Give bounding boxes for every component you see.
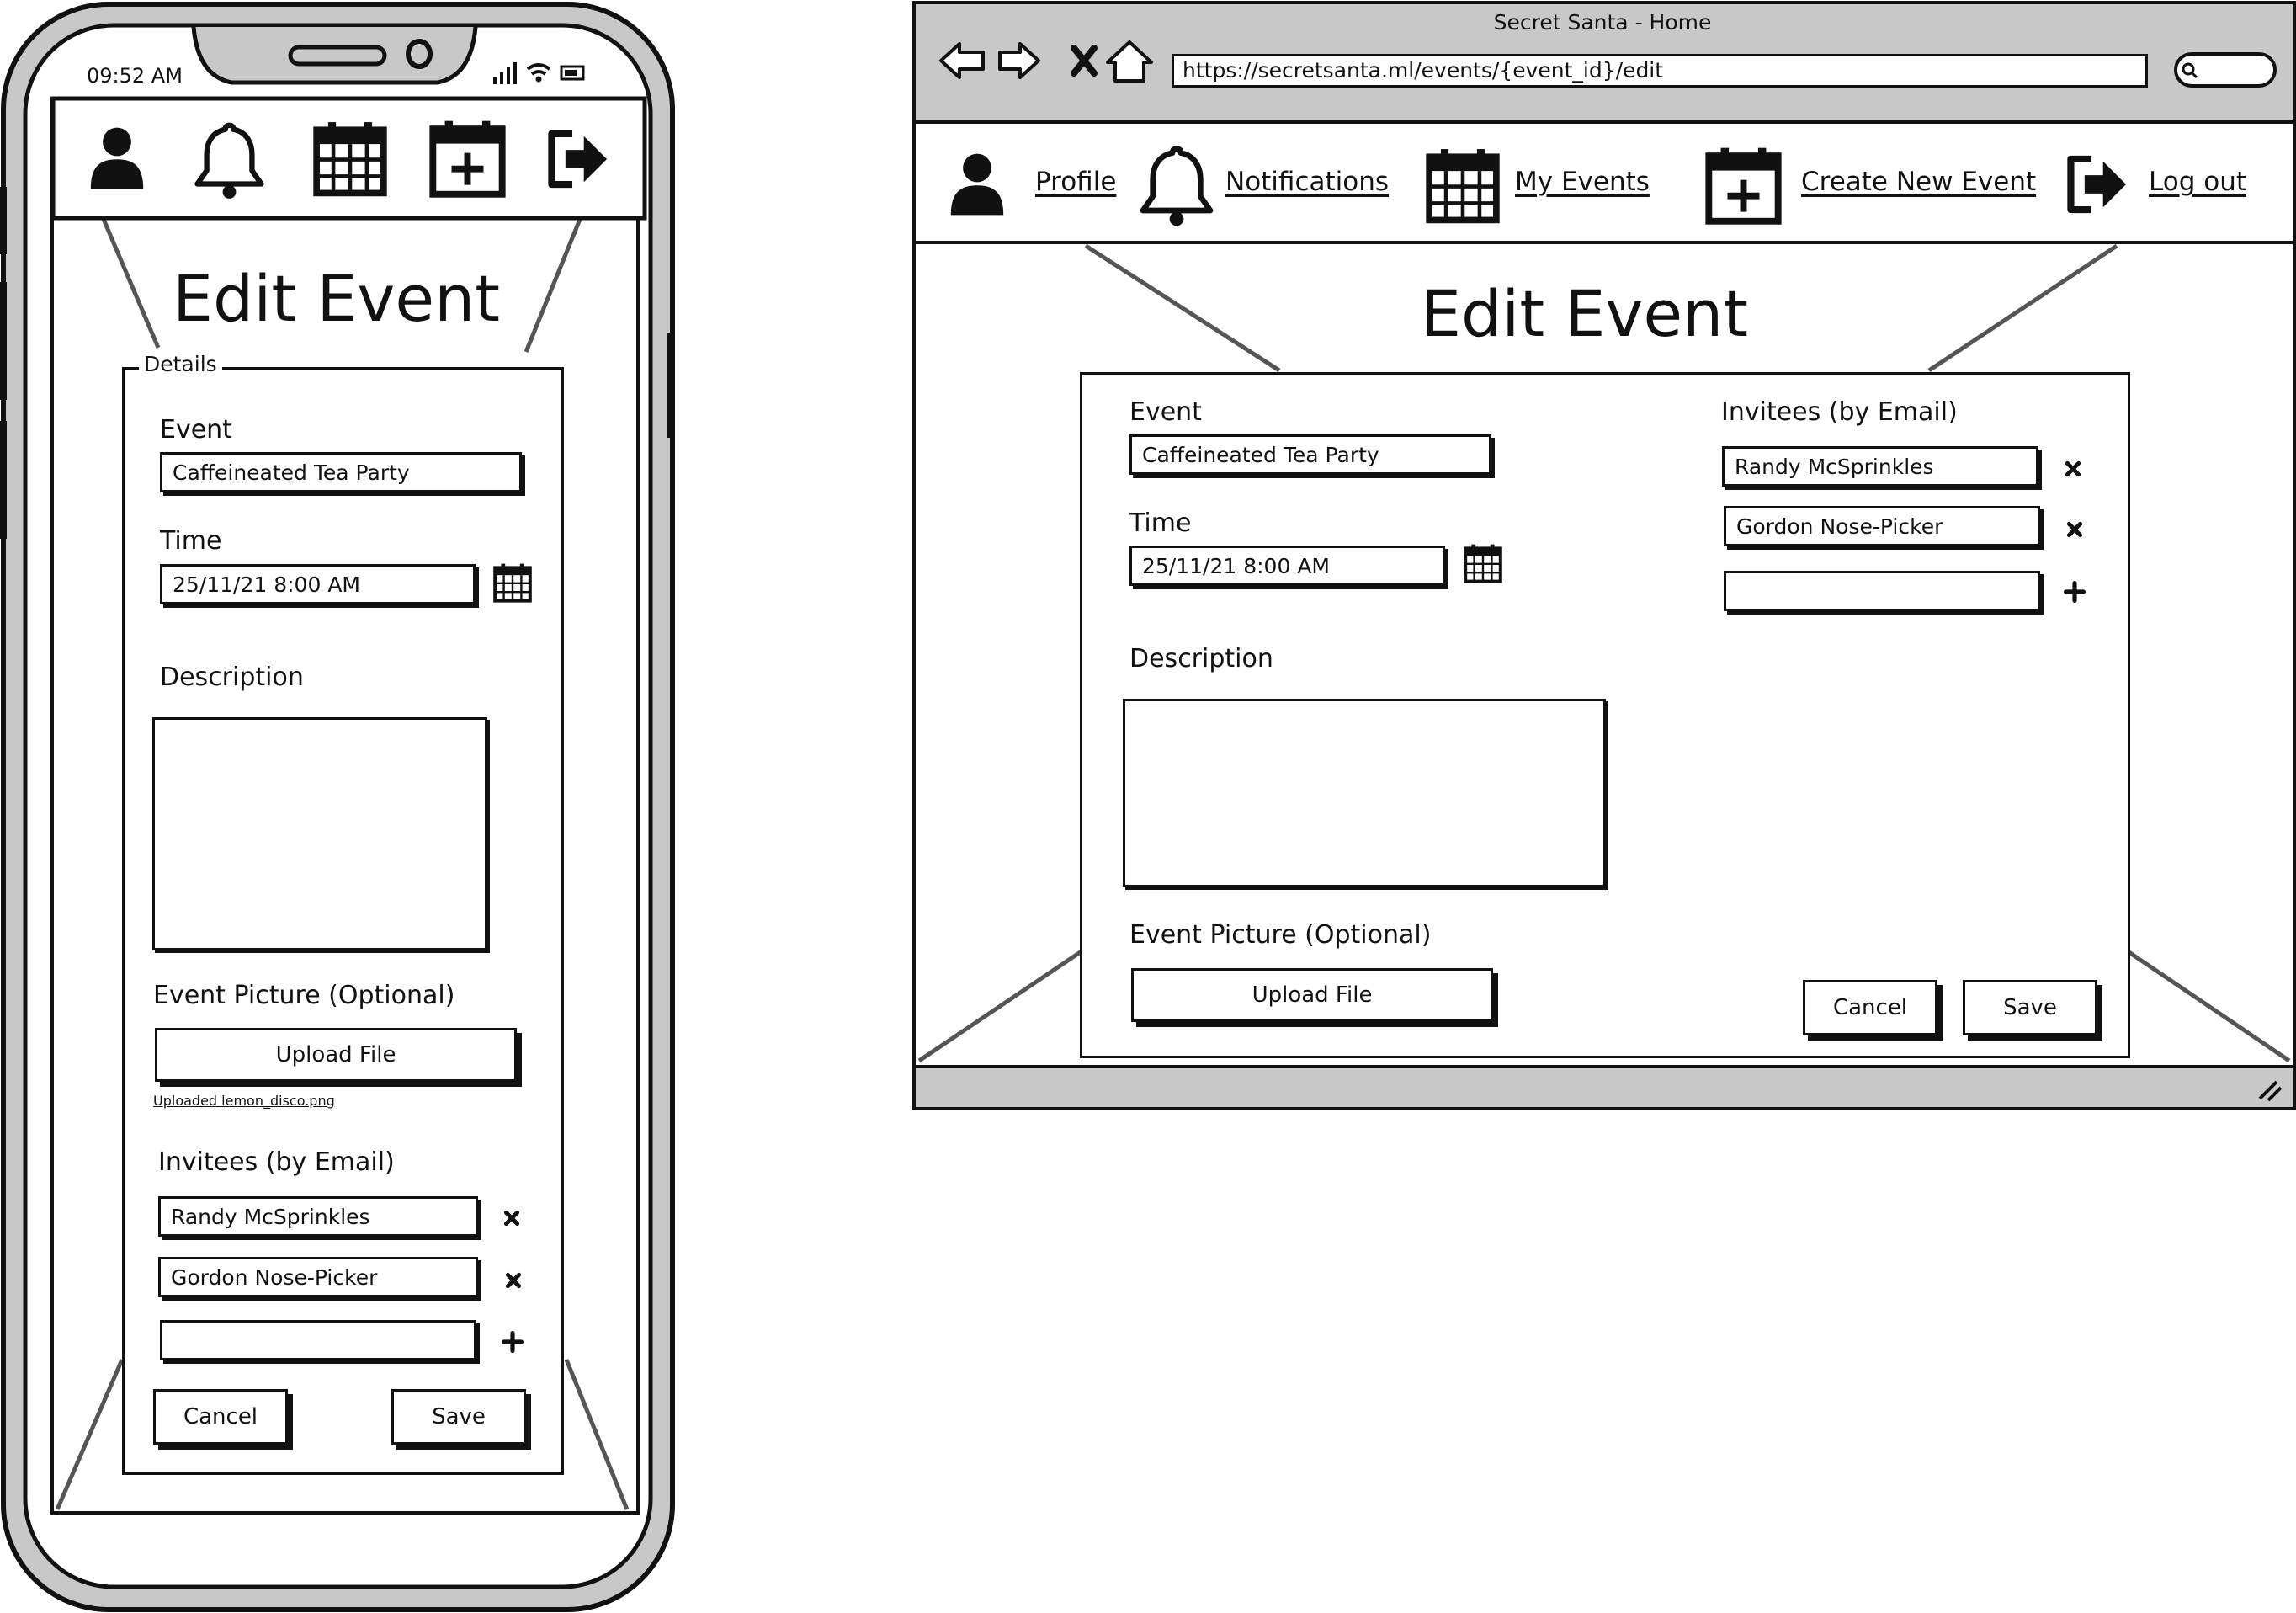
time-label: Time	[1129, 508, 1192, 538]
calendar-icon[interactable]	[1424, 143, 1501, 227]
save-button[interactable]: Save	[391, 1389, 526, 1445]
time-input[interactable]: 25/11/21 8:00 AM	[1129, 546, 1445, 586]
remove-invitee-icon[interactable]	[504, 1271, 523, 1290]
save-button[interactable]: Save	[1963, 980, 2097, 1035]
nav-log-out[interactable]: Log out	[2149, 167, 2246, 197]
nav-create-new-event[interactable]: Create New Event	[1801, 167, 2036, 197]
upload-file-button[interactable]: Upload File	[155, 1028, 517, 1082]
nav-my-events[interactable]: My Events	[1515, 167, 1650, 197]
cancel-button[interactable]: Cancel	[153, 1389, 288, 1445]
url-bar[interactable]: https://secretsanta.ml/events/{event_id}…	[1172, 54, 2148, 88]
calendar-plus-icon[interactable]	[428, 116, 508, 200]
calendar-picker-icon[interactable]	[492, 562, 533, 604]
event-picture-label: Event Picture (Optional)	[1129, 920, 1432, 950]
invitee-input-1[interactable]: Randy McSprinkles	[158, 1196, 478, 1237]
event-label: Event	[160, 415, 232, 445]
home-button[interactable]	[1106, 39, 1155, 84]
status-time: 09:52 AM	[87, 64, 183, 88]
page-title: Edit Event	[1421, 276, 1749, 351]
invitees-label: Invitees (by Email)	[158, 1147, 395, 1177]
page-title: Edit Event	[173, 261, 501, 336]
profile-icon[interactable]	[944, 148, 1010, 221]
calendar-picker-icon[interactable]	[1463, 542, 1503, 584]
event-label: Event	[1129, 397, 1202, 427]
logout-icon[interactable]	[541, 125, 613, 194]
nav-profile[interactable]: Profile	[1035, 167, 1116, 197]
details-legend: Details	[139, 352, 222, 376]
uploaded-file-note[interactable]: Uploaded lemon_disco.png	[153, 1093, 335, 1109]
cancel-button[interactable]: Cancel	[1803, 980, 1937, 1035]
invitee-input-2[interactable]: Gordon Nose-Picker	[1724, 506, 2040, 546]
remove-invitee-icon[interactable]	[2065, 520, 2084, 539]
browser-mockup: Secret Santa - Home https://secretsanta.…	[909, 0, 2296, 1120]
upload-file-button[interactable]: Upload File	[1131, 968, 1493, 1022]
description-textarea[interactable]	[1123, 699, 1606, 887]
invitees-label: Invitees (by Email)	[1721, 397, 1958, 427]
stop-button[interactable]	[1069, 44, 1099, 77]
invitee-input-1[interactable]: Randy McSprinkles	[1722, 446, 2038, 487]
event-name-input[interactable]: Caffeineated Tea Party	[160, 452, 522, 492]
window-title: Secret Santa - Home	[1493, 10, 1712, 35]
calendar-plus-icon[interactable]	[1703, 143, 1783, 227]
invitee-input-new[interactable]	[1724, 571, 2040, 611]
calendar-icon[interactable]	[311, 116, 389, 200]
invitee-input-2[interactable]: Gordon Nose-Picker	[158, 1257, 478, 1297]
time-input[interactable]: 25/11/21 8:00 AM	[160, 564, 476, 604]
invitee-input-new[interactable]	[160, 1320, 476, 1360]
add-invitee-icon[interactable]	[502, 1331, 524, 1353]
phone-mockup: 09:52 AM Edit Event Details Event Caffei…	[0, 0, 675, 1613]
description-label: Description	[1129, 644, 1273, 673]
add-invitee-icon[interactable]	[2064, 581, 2086, 603]
profile-icon[interactable]	[84, 122, 150, 194]
logout-icon[interactable]	[2060, 150, 2132, 219]
search-icon[interactable]	[2176, 54, 2275, 86]
bell-icon[interactable]	[189, 118, 269, 202]
remove-invitee-icon[interactable]	[502, 1209, 521, 1227]
forward-button[interactable]	[997, 40, 1044, 83]
description-textarea[interactable]	[152, 717, 487, 950]
bell-icon[interactable]	[1135, 141, 1219, 229]
remove-invitee-icon[interactable]	[2064, 460, 2082, 478]
description-label: Description	[160, 663, 304, 692]
event-name-input[interactable]: Caffeineated Tea Party	[1129, 434, 1491, 475]
event-picture-label: Event Picture (Optional)	[153, 981, 455, 1010]
back-button[interactable]	[939, 40, 986, 83]
nav-notifications[interactable]: Notifications	[1225, 167, 1389, 197]
time-label: Time	[160, 526, 222, 556]
